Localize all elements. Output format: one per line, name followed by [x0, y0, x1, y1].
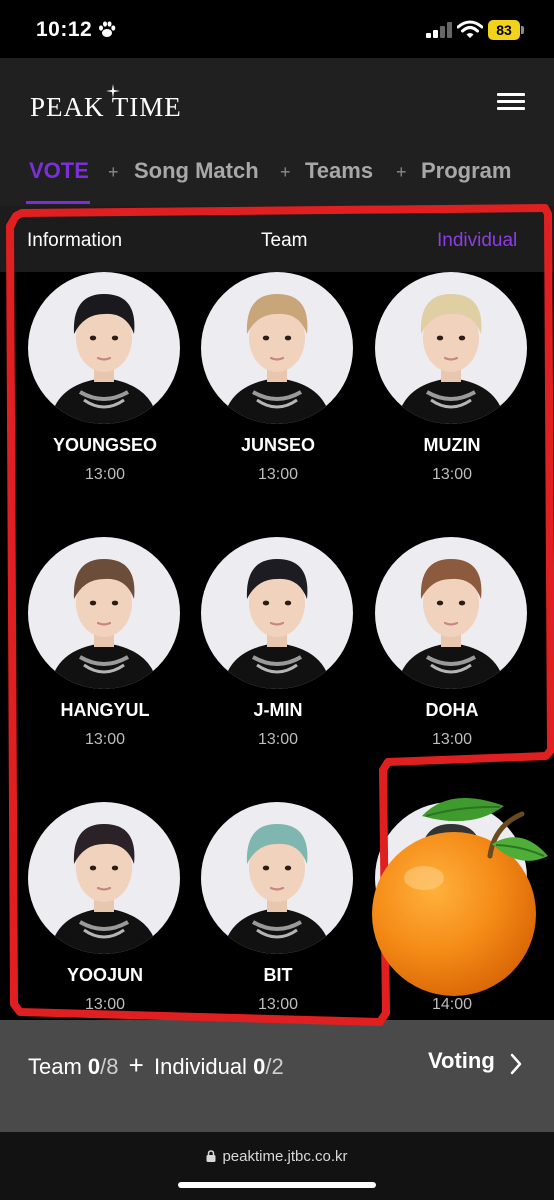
- team-vote-count: 0: [87, 1054, 101, 1079]
- contestant-photo: [375, 537, 527, 689]
- status-bar: 10:12 83: [0, 0, 554, 58]
- individual-vote-total: 2: [271, 1054, 284, 1079]
- contestant-name: BIT: [263, 965, 293, 985]
- portrait-illustration: [223, 824, 331, 954]
- url-text: peaktime.jtbc.co.kr: [222, 1148, 348, 1165]
- portrait-illustration: [397, 559, 505, 689]
- subtab-team[interactable]: Team: [261, 230, 307, 252]
- tab-vote[interactable]: VOTE: [29, 158, 89, 184]
- contestant-vote-time: 13:00: [431, 731, 473, 748]
- main-tabs: VOTE + Song Match + Teams + Program: [0, 158, 554, 204]
- individual-vote-count: 0: [253, 1054, 266, 1079]
- portrait-illustration: [50, 824, 158, 954]
- subtab-information[interactable]: Information: [27, 230, 122, 252]
- contestant-vote-time: 14:00: [431, 996, 473, 1013]
- portrait-illustration: [50, 294, 158, 424]
- contestant-name: HANGYUL: [60, 700, 150, 720]
- contestant-card[interactable]: J-MIN 13:00: [190, 537, 360, 787]
- contestant-name: J-MIN: [253, 700, 303, 720]
- orange-emoji-sticker: [372, 798, 548, 996]
- plus-icon: +: [128, 1050, 144, 1080]
- home-indicator[interactable]: [178, 1182, 376, 1188]
- tab-program[interactable]: Program: [421, 158, 511, 184]
- team-vote-total: 8: [106, 1054, 119, 1079]
- portrait-illustration: [223, 294, 331, 424]
- contestant-name: MUZIN: [423, 435, 481, 455]
- paw-icon: [99, 21, 116, 37]
- chevron-right-icon[interactable]: [510, 1053, 522, 1075]
- contestant-photo: [201, 802, 353, 954]
- sparkle-icon: [106, 84, 120, 98]
- voting-button[interactable]: Voting: [428, 1048, 495, 1074]
- contestant-card[interactable]: MUZIN 13:00: [364, 272, 534, 522]
- plus-separator-icon: +: [108, 162, 119, 182]
- contestant-photo: [201, 272, 353, 424]
- contestant-card[interactable]: BIT 13:00: [190, 802, 360, 1052]
- contestant-vote-time: 13:00: [257, 466, 299, 483]
- contestant-vote-time: 13:00: [84, 996, 126, 1013]
- contestant-photo: [28, 537, 180, 689]
- portrait-illustration: [397, 294, 505, 424]
- plus-separator-icon: +: [396, 162, 407, 182]
- contestant-name: YOOJUN: [66, 965, 144, 985]
- vote-summary-bar: Team 0/8 + Individual 0/2 Voting: [0, 1020, 554, 1132]
- battery-icon: 83: [488, 20, 524, 40]
- site-header: PEAK TIME VOTE + Song Match + Teams + Pr…: [0, 58, 554, 206]
- tab-song-match[interactable]: Song Match: [134, 158, 259, 184]
- contestant-vote-time: 13:00: [84, 466, 126, 483]
- contestant-card[interactable]: JUNSEO 13:00: [190, 272, 360, 522]
- contestant-vote-time: 13:00: [431, 466, 473, 483]
- hamburger-menu-icon[interactable]: [497, 93, 525, 113]
- team-label: Team: [28, 1054, 82, 1079]
- vote-subtabs: Information Team Individual: [0, 206, 554, 272]
- subtab-individual[interactable]: Individual: [437, 230, 517, 252]
- portrait-illustration: [223, 559, 331, 689]
- battery-level: 83: [488, 20, 520, 40]
- contestant-card[interactable]: YOOJUN 13:00: [17, 802, 187, 1052]
- active-tab-indicator: [26, 201, 90, 204]
- url-field[interactable]: peaktime.jtbc.co.kr: [0, 1148, 554, 1165]
- wifi-icon: [457, 20, 483, 38]
- contestant-card[interactable]: HANGYUL 13:00: [17, 537, 187, 787]
- contestant-photo: [28, 802, 180, 954]
- plus-separator-icon: +: [280, 162, 291, 182]
- vote-count-summary: Team 0/8 + Individual 0/2: [28, 1050, 284, 1080]
- portrait-illustration: [50, 559, 158, 689]
- contestant-photo: [28, 272, 180, 424]
- contestant-vote-time: 13:00: [84, 731, 126, 748]
- contestant-name: YOUNGSEO: [52, 435, 158, 455]
- contestant-name: DOHA: [425, 700, 479, 720]
- contestant-vote-time: 13:00: [257, 996, 299, 1013]
- browser-address-bar: peaktime.jtbc.co.kr: [0, 1132, 554, 1200]
- contestant-card[interactable]: DOHA 13:00: [364, 537, 534, 787]
- status-time: 10:12: [36, 18, 93, 41]
- lock-icon: [206, 1150, 216, 1162]
- individual-label: Individual: [153, 1054, 247, 1079]
- contestant-name: JUNSEO: [240, 435, 316, 455]
- contestant-card[interactable]: YOUNGSEO 13:00: [17, 272, 187, 522]
- signal-icon: [426, 22, 452, 38]
- tab-teams[interactable]: Teams: [305, 158, 373, 184]
- contestant-photo: [375, 272, 527, 424]
- contestant-vote-time: 13:00: [257, 731, 299, 748]
- contestant-photo: [201, 537, 353, 689]
